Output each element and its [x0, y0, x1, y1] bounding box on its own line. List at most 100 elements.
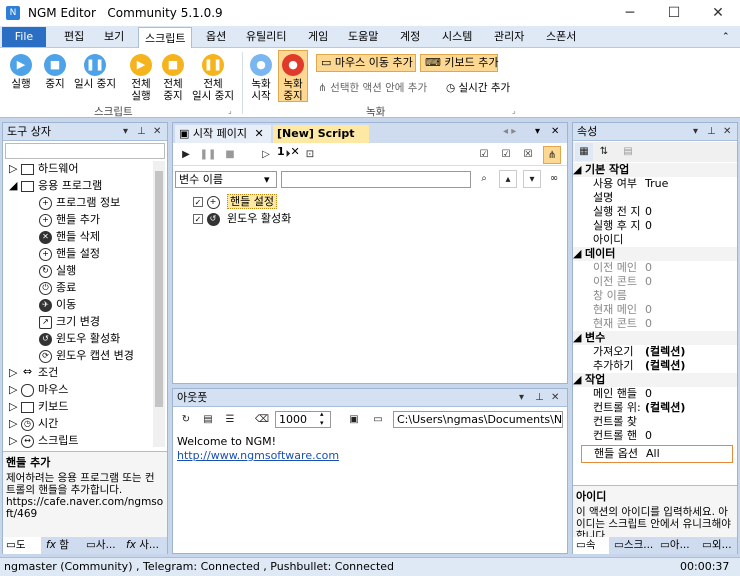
dropdown-icon[interactable]: ▾ [693, 123, 698, 141]
collapse-ribbon-icon[interactable]: ⌃ [716, 26, 736, 48]
menu-sponsor[interactable]: 스폰서 [540, 26, 582, 48]
output-link[interactable]: http://www.ngmsoftware.com [177, 449, 339, 462]
minimize-button[interactable]: ─ [608, 0, 652, 26]
category-variables[interactable]: ◢ 변수 [573, 331, 737, 345]
prop-row[interactable]: 실행 후 지0 [573, 219, 737, 233]
tree-item-add-handle[interactable]: + 핸들 추가 [39, 212, 100, 228]
tree-view-icon[interactable]: ⋔ [543, 146, 561, 164]
prop-row[interactable]: 사용 여부 True [573, 177, 737, 191]
tree-item-script[interactable]: ▷ ↔ 스크립트 [9, 433, 78, 449]
prop-row[interactable]: 창 이름 [573, 289, 737, 303]
close-icon[interactable]: ✕ [551, 389, 559, 407]
tab-scripts[interactable]: ▭스크... [611, 537, 655, 554]
clear-icon[interactable]: ☒ [519, 146, 537, 164]
group-expand-icon[interactable]: ⌟ [512, 106, 516, 115]
action-checkbox[interactable]: ✓ [193, 197, 203, 207]
pause-all-button[interactable]: ❚❚ 전체 일시 중지 [190, 54, 236, 102]
menu-file[interactable]: File [2, 27, 46, 47]
up-icon[interactable]: ▴ [499, 170, 517, 188]
category-work[interactable]: ◢ 작업 [573, 373, 737, 387]
group-expand-icon[interactable]: ⌟ [228, 106, 232, 115]
prop-row[interactable]: 컨트롤 위: (컬렉션) [573, 401, 737, 415]
tree-item-exit[interactable]: ⏻ 종료 [39, 280, 76, 296]
line-count-input[interactable]: 1000 ▴ ▾ [275, 410, 331, 428]
tree-item-set-handle[interactable]: + 핸들 설정 [39, 246, 100, 262]
tree-item-resize[interactable]: ↗ 크기 변경 [39, 314, 100, 330]
pin-icon[interactable]: ⊥ [137, 123, 146, 141]
folder-icon[interactable]: ▭ [369, 411, 387, 429]
prop-row[interactable]: 메인 핸들 0 [573, 387, 737, 401]
tree-item-condition[interactable]: ▷ ⇔ 조건 [9, 365, 58, 381]
tab-user-b[interactable]: fx 사... [123, 537, 167, 554]
save-icon[interactable]: ▣ [345, 411, 363, 429]
tab-external[interactable]: ▭외... [699, 537, 737, 554]
tab-user-a[interactable]: ▭사... [83, 537, 123, 554]
tree-item-run[interactable]: ↻ 실행 [39, 263, 76, 279]
stop-all-button[interactable]: ■ 전체 중지 [158, 54, 188, 102]
pause-button[interactable]: ❚❚ 일시 중지 [72, 54, 118, 90]
variable-value-input[interactable] [281, 171, 471, 188]
add-keyboard-button[interactable]: ⌨ 키보드 추가 [420, 54, 499, 72]
action-checkbox[interactable]: ✓ [193, 214, 203, 224]
doc-icon[interactable]: ▤ [199, 411, 217, 429]
close-tab-icon[interactable]: ✕ [255, 127, 264, 140]
tree-item-hardware[interactable]: ▷ 하드웨어 [9, 161, 78, 177]
dropdown-icon[interactable]: ▾ [123, 123, 128, 141]
menu-game[interactable]: 게임 [302, 26, 334, 48]
variable-name-select[interactable]: 변수 이름 ▾ [175, 171, 277, 188]
prop-row[interactable]: 컨트롤 핸0 [573, 429, 737, 443]
close-icon[interactable]: ✕ [723, 123, 731, 141]
play-icon[interactable]: ▶ [177, 146, 195, 164]
add-mouse-move-button[interactable]: ▭ 마우스 이동 추가 [316, 54, 416, 72]
step-over-icon[interactable]: ⏵ [279, 146, 297, 164]
tab-start-page[interactable]: ▣ 시작 페이지 ✕ [175, 125, 271, 143]
prop-row[interactable]: 가져오기 (컬렉션) [573, 345, 737, 359]
prop-row[interactable]: 이전 콘트 0 [573, 275, 737, 289]
tab-properties[interactable]: ▭속 [573, 537, 609, 554]
menu-admin[interactable]: 관리자 [488, 26, 530, 48]
loop-icon[interactable]: ∞ [545, 170, 563, 188]
toolbox-scrollbar[interactable] [153, 161, 165, 447]
stop-button[interactable]: ■ 중지 [40, 54, 70, 90]
output-path-input[interactable]: C:\Users\ngmas\Documents\NGM5\ [393, 411, 563, 428]
category-basic[interactable]: ◢ 기본 작업 [573, 163, 737, 177]
category-data[interactable]: ◢ 데이터 [573, 247, 737, 261]
down-icon[interactable]: ▾ [523, 170, 541, 188]
menu-script[interactable]: 스크립트 [138, 27, 193, 48]
categorized-icon[interactable]: ▦ [575, 143, 593, 161]
record-start-button[interactable]: ● 녹화 시작 [246, 54, 276, 102]
menu-options[interactable]: 옵션 [200, 26, 232, 48]
tree-item-activate-window[interactable]: ↺ 윈도우 활성화 [39, 331, 120, 347]
tab-scroll-icons[interactable]: ◂ ▸ [503, 126, 516, 137]
prop-row[interactable]: 설명 [573, 191, 737, 205]
add-in-selected-button[interactable]: ⋔ 선택한 액션 안에 추가 [318, 80, 427, 95]
tree-item-app[interactable]: ◢ 응용 프로그램 [9, 178, 102, 194]
run-all-button[interactable]: ▶ 전체 실행 [126, 54, 156, 102]
tree-item-keyboard[interactable]: ▷ 키보드 [9, 399, 68, 415]
prop-row[interactable]: 실행 전 지0 [573, 205, 737, 219]
property-pages-icon[interactable]: ▤ [619, 143, 637, 161]
step-into-icon[interactable]: ⊡ [301, 146, 319, 164]
maximize-button[interactable]: ☐ [652, 0, 696, 26]
close-button[interactable]: ✕ [696, 0, 740, 26]
list-icon[interactable]: ☰ [221, 411, 239, 429]
tab-functions[interactable]: fx 함 [43, 537, 81, 554]
spinner-icon[interactable]: ▴ ▾ [320, 410, 324, 428]
prop-row-handle-option[interactable]: 핸들 옵션 All [581, 445, 733, 463]
toolbox-search-input[interactable] [5, 143, 165, 159]
refresh-icon[interactable]: ↻ [177, 411, 195, 429]
tab-dropdown-icon[interactable]: ▾ [535, 126, 540, 137]
prop-row[interactable]: 현재 콘트 0 [573, 317, 737, 331]
sort-az-icon[interactable]: ⇅ [595, 143, 613, 161]
prop-row[interactable]: 추가하기 (컬렉션) [573, 359, 737, 373]
tab-ids[interactable]: ▭아... [657, 537, 697, 554]
tree-item-window-caption[interactable]: ⟳ 윈도우 캡션 변경 [39, 348, 134, 364]
run-button[interactable]: ▶ 실행 [6, 54, 36, 90]
menu-view[interactable]: 보기 [98, 26, 130, 48]
menu-edit[interactable]: 편집 [58, 26, 90, 48]
prop-row[interactable]: 현재 메인 0 [573, 303, 737, 317]
prop-row[interactable]: 컨트롤 찾 [573, 415, 737, 429]
prop-row[interactable]: 이전 메인 0 [573, 261, 737, 275]
menu-help[interactable]: 도움말 [342, 26, 384, 48]
action-row[interactable]: ✓ + 핸들 설정 [193, 194, 277, 210]
